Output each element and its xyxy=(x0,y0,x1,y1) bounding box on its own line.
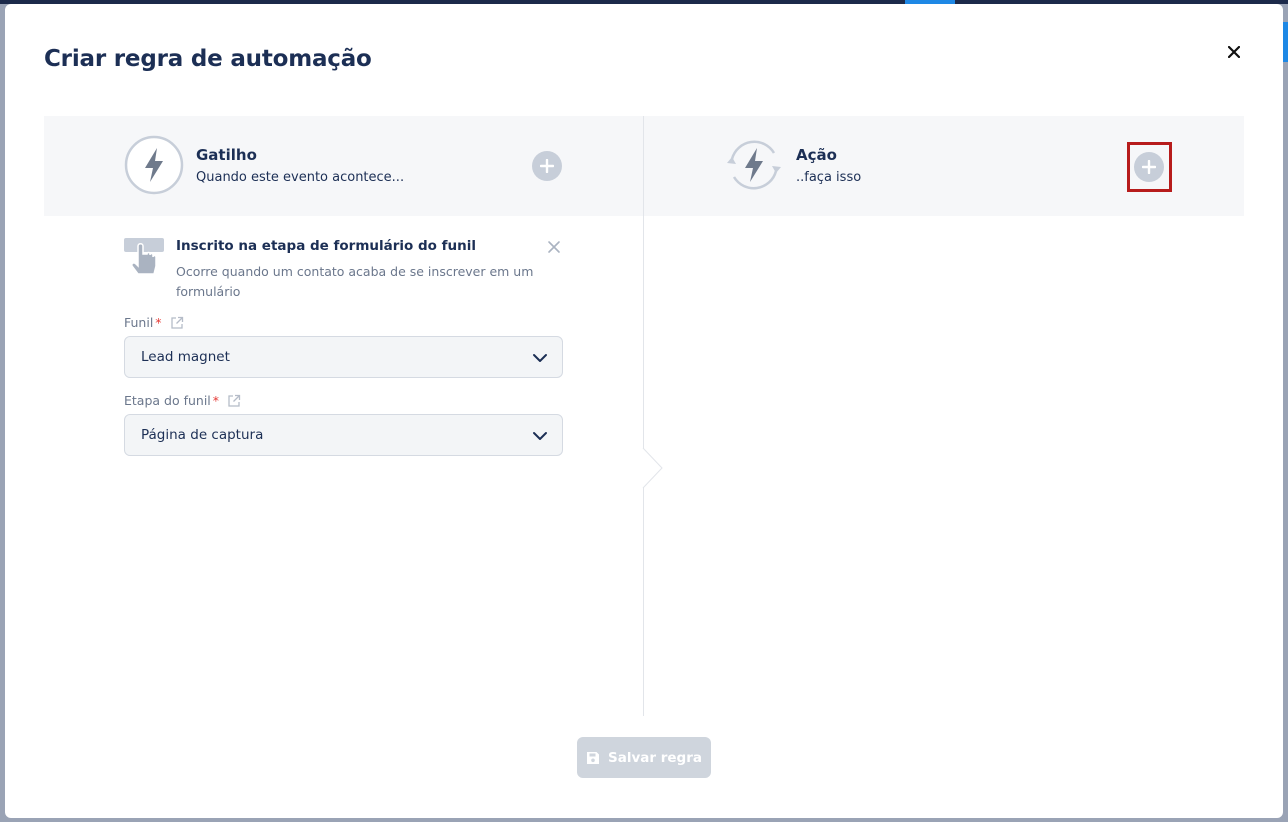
floppy-disk-icon xyxy=(587,751,599,764)
funnel-select-value: Lead magnet xyxy=(141,349,230,365)
automation-rule-modal: Criar regra de automação Gatilho Quando … xyxy=(5,4,1283,818)
funnel-step-label: Etapa do funil * xyxy=(124,393,241,408)
save-rule-label: Salvar regra xyxy=(608,749,702,766)
column-divider xyxy=(643,116,644,716)
highlight-box xyxy=(1127,142,1172,192)
lightning-cycle-icon xyxy=(727,140,781,190)
plus-icon xyxy=(540,159,554,173)
trigger-card-description: Ocorre quando um contato acaba de se ins… xyxy=(176,264,534,299)
funnel-label-text: Funil xyxy=(124,315,154,330)
lightning-icon xyxy=(124,135,184,195)
required-mark: * xyxy=(212,393,220,408)
funnel-label: Funil * xyxy=(124,315,184,330)
action-title: Ação xyxy=(796,145,837,164)
funnel-step-label-text: Etapa do funil xyxy=(124,393,211,408)
funnel-select[interactable]: Lead magnet xyxy=(124,336,563,378)
trigger-subtitle: Quando este evento acontece... xyxy=(196,169,405,185)
modal-close-button[interactable] xyxy=(1222,40,1246,64)
save-rule-button[interactable]: Salvar regra xyxy=(577,737,711,778)
action-subtitle: ..faça isso xyxy=(796,169,862,185)
remove-trigger-icon[interactable] xyxy=(547,240,561,254)
trigger-card-title: Inscrito na etapa de formulário do funil xyxy=(176,238,476,254)
chevron-down-icon xyxy=(533,432,547,440)
hand-pointer-icon xyxy=(124,238,164,275)
column-divider-notch xyxy=(642,448,663,488)
funnel-step-select-value: Página de captura xyxy=(141,427,264,443)
required-mark: * xyxy=(155,315,162,330)
add-trigger-button[interactable] xyxy=(532,151,562,181)
background-edge-strip xyxy=(1283,22,1288,62)
chevron-down-icon xyxy=(533,354,547,362)
action-step: Ação ..faça isso xyxy=(724,135,861,195)
funnel-step-select[interactable]: Página de captura xyxy=(124,414,563,456)
modal-title: Criar regra de automação xyxy=(44,46,372,72)
trigger-title: Gatilho xyxy=(196,145,257,164)
external-link-icon[interactable] xyxy=(170,316,184,330)
external-link-icon[interactable] xyxy=(227,394,241,408)
trigger-step: Gatilho Quando este evento acontece... xyxy=(124,135,404,195)
close-icon xyxy=(1228,46,1240,58)
